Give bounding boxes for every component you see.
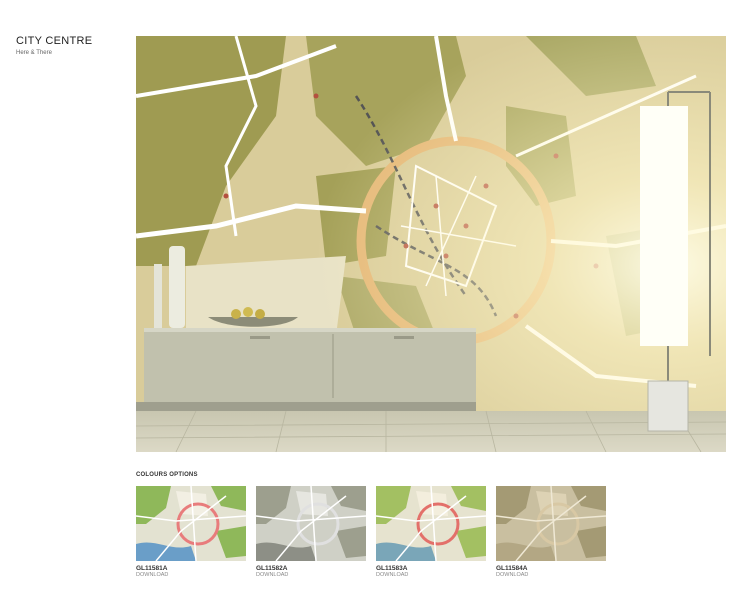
colour-option-swatch[interactable] <box>496 486 606 561</box>
download-link[interactable]: DOWNLOAD <box>376 572 408 578</box>
fruit <box>243 307 253 317</box>
mini-map <box>376 486 486 561</box>
vase <box>154 264 162 328</box>
floor-lamp-shade <box>640 106 688 346</box>
vase <box>169 246 185 328</box>
fruit <box>255 309 265 319</box>
hero-scene <box>136 36 726 452</box>
download-link[interactable]: DOWNLOAD <box>136 572 168 578</box>
download-link[interactable]: DOWNLOAD <box>496 572 528 578</box>
fruit <box>231 309 241 319</box>
drawer-handle <box>394 336 414 339</box>
page-title: CITY CENTRE <box>16 35 93 47</box>
mini-map <box>136 486 246 561</box>
colour-option-code: GL11582A <box>256 565 288 572</box>
colour-option-swatch[interactable] <box>136 486 246 561</box>
colour-option-swatch[interactable] <box>376 486 486 561</box>
hero-room-image <box>136 36 726 452</box>
lamp-base <box>647 380 689 432</box>
sideboard <box>144 328 476 402</box>
mini-map <box>256 486 366 561</box>
sideboard-base <box>136 402 476 411</box>
colour-options-heading: COLOURS OPTIONS <box>136 472 198 478</box>
colour-option-code: GL11583A <box>376 565 408 572</box>
colour-option-code: GL11584A <box>496 565 528 572</box>
page-subtitle: Here & There <box>16 50 52 56</box>
wooden-floor <box>136 411 726 452</box>
download-link[interactable]: DOWNLOAD <box>256 572 288 578</box>
sideboard-top <box>144 328 476 332</box>
mini-map <box>496 486 606 561</box>
colour-option-swatch[interactable] <box>256 486 366 561</box>
colour-option-code: GL11581A <box>136 565 168 572</box>
drawer-handle <box>250 336 270 339</box>
